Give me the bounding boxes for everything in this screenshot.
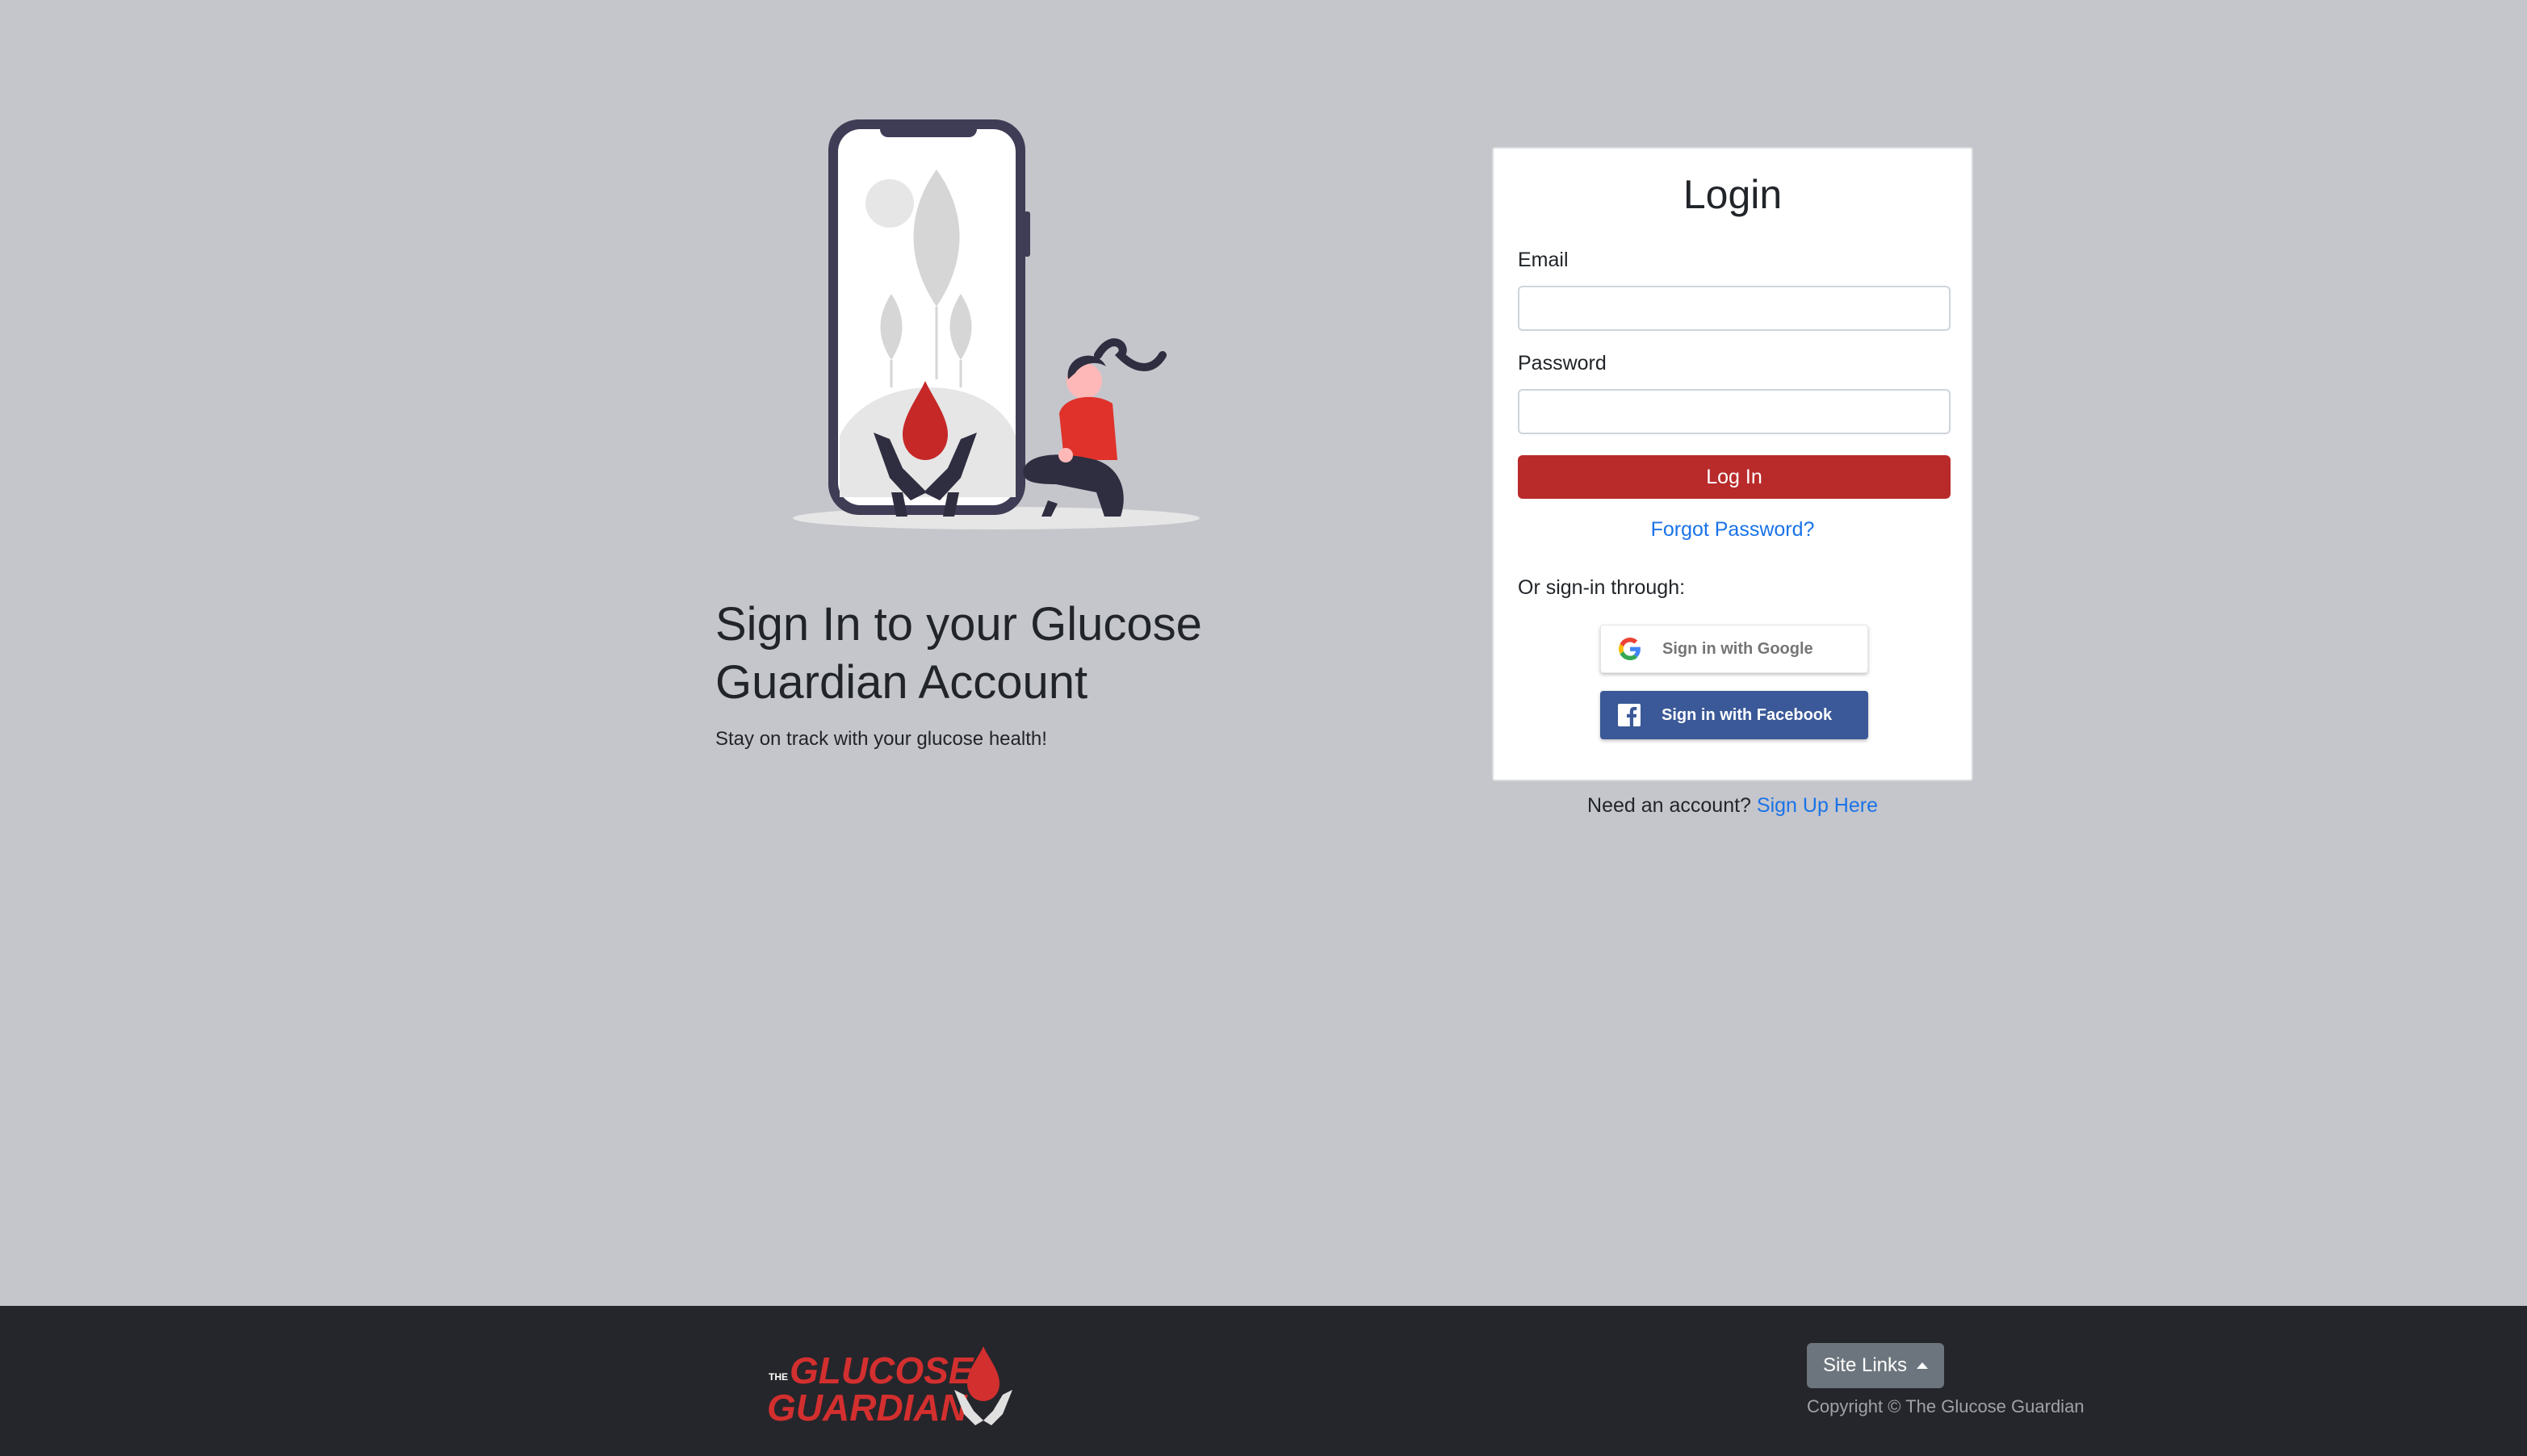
forgot-password-link[interactable]: Forgot Password? — [1494, 518, 1972, 542]
login-button[interactable]: Log In — [1518, 455, 1951, 499]
password-label: Password — [1518, 352, 1607, 374]
caret-up-icon — [1917, 1362, 1929, 1369]
facebook-icon — [1618, 704, 1641, 726]
hero-section: Sign In to your Glucose Guardian Account… — [715, 596, 1216, 752]
email-input[interactable] — [1518, 286, 1951, 331]
facebook-signin-button[interactable]: Sign in with Facebook — [1600, 691, 1868, 739]
google-signin-label: Sign in with Google — [1662, 639, 1813, 658]
signup-link[interactable]: Sign Up Here — [1757, 794, 1878, 817]
hero-heading: Sign In to your Glucose Guardian Account — [715, 598, 1202, 709]
glucose-guardian-logo[interactable]: THE GLUCOSE GUARDIAN — [765, 1338, 1024, 1427]
hero-subheading: Stay on track with your glucose health! — [715, 728, 1047, 750]
footer: THE GLUCOSE GUARDIAN Site Links Copyrigh… — [0, 1306, 2527, 1456]
google-signin-button[interactable]: Sign in with Google — [1600, 625, 1868, 673]
login-card: Login Email Password Log In Forgot Passw… — [1492, 147, 1973, 781]
or-sign-in-text: Or sign-in through: — [1518, 576, 1686, 599]
signup-prompt: Need an account? Sign Up Here — [1492, 794, 1973, 818]
logo-line2: GUARDIAN — [767, 1387, 968, 1427]
main-content: Sign In to your Glucose Guardian Account… — [0, 0, 2527, 1306]
login-title: Login — [1683, 172, 1783, 217]
logo-line1: GLUCOSE — [790, 1349, 974, 1391]
google-icon — [1619, 638, 1641, 660]
facebook-signin-label: Sign in with Facebook — [1662, 705, 1833, 724]
phone-woman-illustration — [793, 119, 1200, 529]
email-label: Email — [1518, 249, 1569, 271]
logo-small-text: THE — [769, 1371, 788, 1383]
password-input[interactable] — [1518, 389, 1951, 434]
signup-prompt-text: Need an account? — [1587, 794, 1751, 817]
site-links-label: Site Links — [1822, 1354, 1908, 1376]
copyright-text: Copyright © The Glucose Guardian — [1807, 1396, 2085, 1416]
site-links-dropdown[interactable]: Site Links — [1807, 1343, 1944, 1388]
